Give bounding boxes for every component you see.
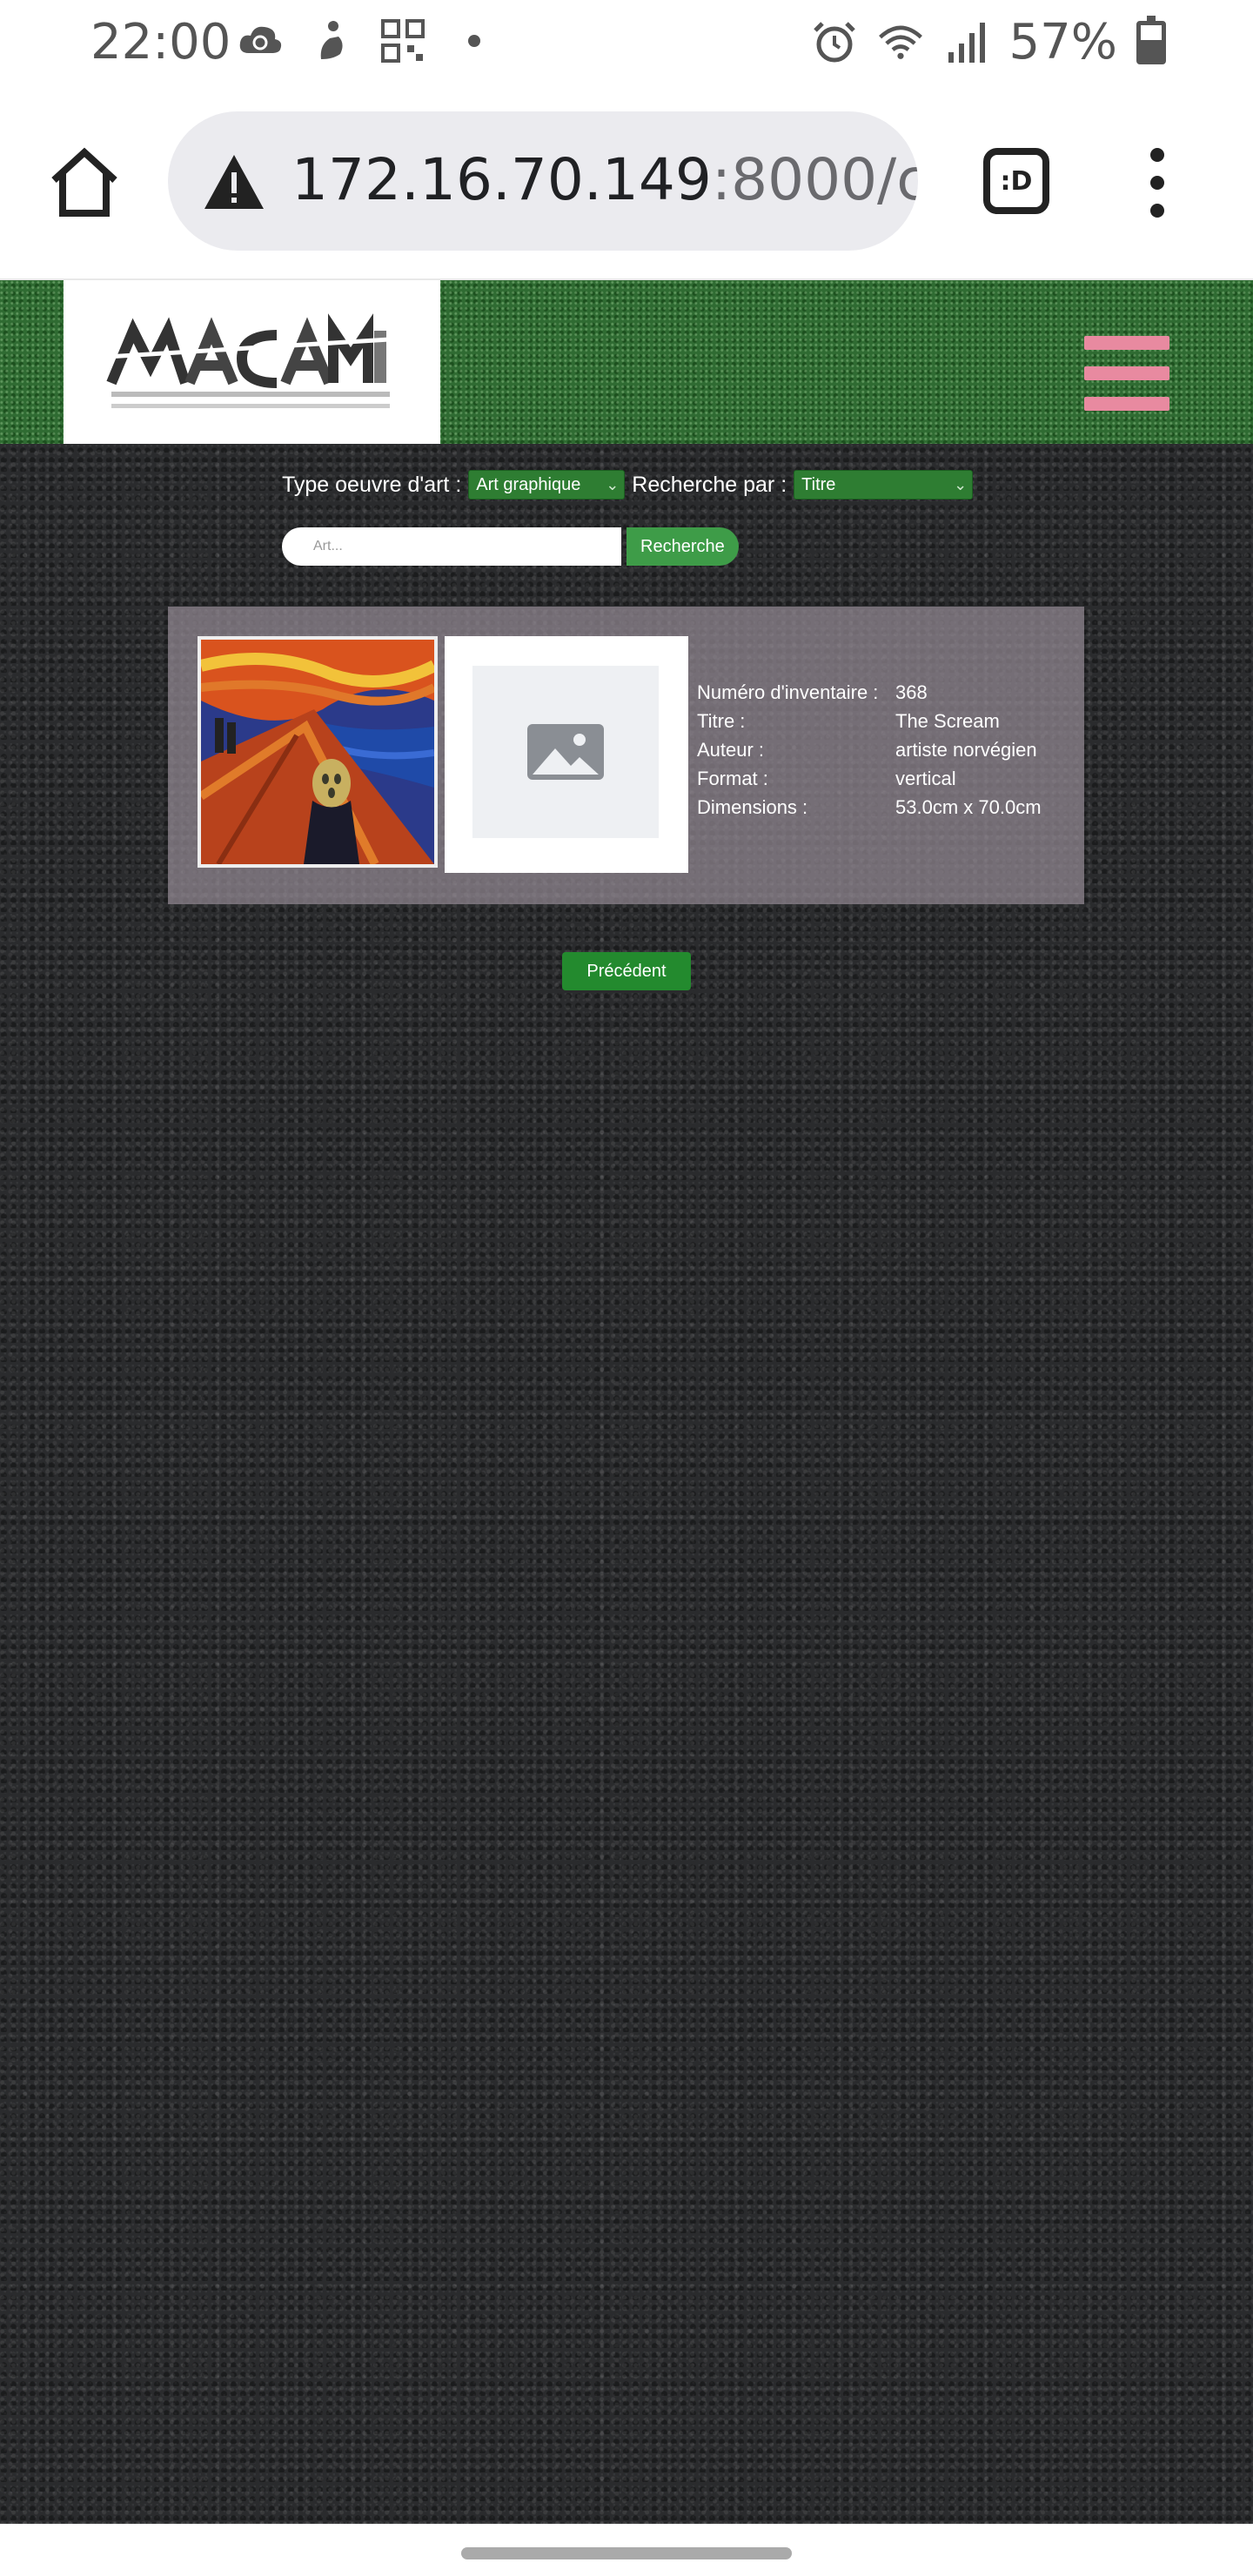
warning-icon[interactable] <box>203 153 265 211</box>
chevron-down-icon: ⌄ <box>954 476 968 493</box>
url-text[interactable]: 172.16.70.149:8000/cor <box>291 146 918 213</box>
search-row: Art... Recherche <box>282 527 739 566</box>
logo-mark <box>106 313 391 408</box>
info-value: 368 <box>895 681 928 703</box>
info-row-dimensions: Dimensions : 53.0cm x 70.0cm <box>697 793 1042 822</box>
url-host: 172.16.70.149 <box>291 146 712 213</box>
site-header <box>0 280 1253 444</box>
page-content: Type oeuvre d'art : Art graphique ⌄ Rech… <box>0 280 1253 2524</box>
figure-icon <box>308 17 355 64</box>
more-menu-icon[interactable] <box>1140 148 1175 218</box>
placeholder-image[interactable] <box>445 636 688 873</box>
search-by-select[interactable]: Titre ⌄ <box>794 470 974 500</box>
info-value: The Scream <box>895 709 1000 732</box>
info-row-author: Auteur : artiste norvégien <box>697 735 1042 764</box>
status-bar: 22:00 57% <box>0 0 1253 87</box>
artwork-info: Numéro d'inventaire : 368 Titre : The Scre… <box>697 678 1042 822</box>
artwork-image[interactable] <box>198 636 438 868</box>
type-select-value: Art graphique <box>476 474 581 494</box>
signal-icon <box>943 19 990 66</box>
info-label: Format : <box>697 767 768 789</box>
search-input[interactable]: Art... <box>282 527 621 566</box>
info-label: Numéro d'inventaire : <box>697 681 879 703</box>
info-label: Auteur : <box>697 738 765 761</box>
system-nav-bar <box>0 2524 1253 2576</box>
type-label: Type oeuvre d'art : <box>282 472 462 497</box>
address-bar[interactable]: 172.16.70.149:8000/cor <box>168 111 918 251</box>
info-label: Titre : <box>697 709 746 732</box>
search-by-label: Recherche par : <box>632 472 787 497</box>
previous-button[interactable]: Précédent <box>562 952 691 990</box>
battery-percent: 57% <box>1008 14 1117 70</box>
dot-icon <box>451 17 498 64</box>
type-select[interactable]: Art graphique ⌄ <box>468 470 626 500</box>
alarm-icon <box>811 19 858 66</box>
qr-code-icon <box>379 17 426 64</box>
logo[interactable] <box>64 280 440 444</box>
search-button[interactable]: Recherche <box>626 527 739 566</box>
home-icon[interactable] <box>45 144 124 222</box>
tab-switcher-button[interactable]: :D <box>983 148 1049 214</box>
result-card: Numéro d'inventaire : 368 Titre : The Scre… <box>168 607 1084 904</box>
info-row-format: Format : vertical <box>697 764 1042 793</box>
home-gesture-pill[interactable] <box>461 2547 792 2559</box>
battery-fill <box>1141 39 1162 60</box>
battery-icon <box>1136 15 1166 64</box>
hamburger-menu-icon[interactable] <box>1084 336 1169 411</box>
info-value: vertical <box>895 767 956 789</box>
cloud-sync-icon <box>237 17 284 64</box>
image-placeholder-icon <box>472 666 659 838</box>
status-icons-right: 57% <box>811 14 1166 70</box>
info-value: artiste norvégien <box>895 738 1037 761</box>
info-value: 53.0cm x 70.0cm <box>895 795 1042 818</box>
info-row-title: Titre : The Scream <box>697 707 1042 735</box>
search-filters: Type oeuvre d'art : Art graphique ⌄ Rech… <box>282 470 974 500</box>
status-time: 22:00 <box>90 14 231 70</box>
info-label: Dimensions : <box>697 795 808 818</box>
browser-toolbar: 172.16.70.149:8000/cor :D <box>0 87 1253 280</box>
search-by-select-value: Titre <box>801 474 836 494</box>
wifi-icon <box>877 19 924 66</box>
url-path: :8000/cor <box>711 146 918 213</box>
info-row-inventory: Numéro d'inventaire : 368 <box>697 678 1042 707</box>
chevron-down-icon: ⌄ <box>606 476 620 493</box>
status-icons-left <box>237 17 498 64</box>
